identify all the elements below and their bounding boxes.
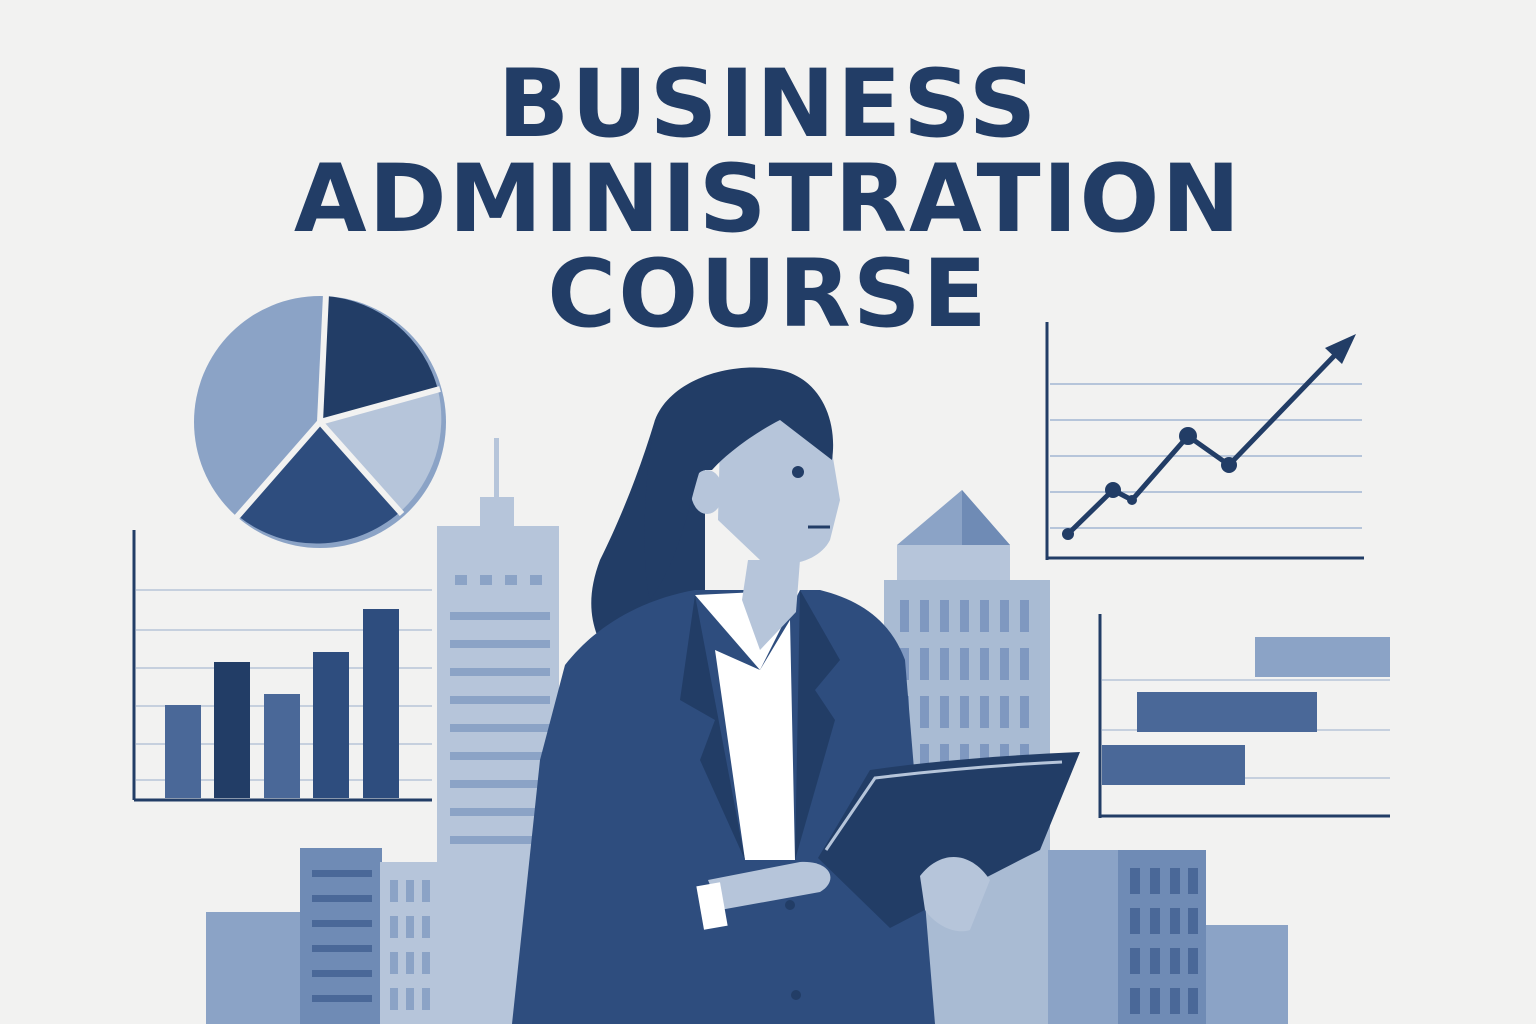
- suit-button: [785, 900, 795, 910]
- trend-line: [1066, 352, 1338, 536]
- line-point: [1062, 528, 1074, 540]
- line-point: [1179, 427, 1197, 445]
- bar: [264, 694, 300, 798]
- bar-chart: [132, 530, 432, 802]
- bar: [214, 662, 250, 798]
- hbar: [1102, 745, 1245, 785]
- horizontal-bar-chart: [1098, 614, 1390, 818]
- poster: BUSINESS ADMINISTRATION COURSE: [0, 0, 1536, 1024]
- illustration: [132, 293, 1390, 1024]
- line-point: [1221, 457, 1237, 473]
- pie-chart: [194, 293, 446, 548]
- building: [206, 912, 306, 1024]
- hbar: [1255, 637, 1390, 677]
- hbar: [1137, 692, 1317, 732]
- line-point: [1105, 482, 1121, 498]
- bar: [165, 705, 201, 798]
- line-point: [1127, 495, 1137, 505]
- eye: [792, 466, 804, 478]
- bar: [363, 609, 399, 798]
- building: [1206, 925, 1288, 1024]
- suit-button: [791, 990, 801, 1000]
- bar: [313, 652, 349, 798]
- line-chart: [1045, 322, 1364, 560]
- building: [1048, 850, 1118, 1024]
